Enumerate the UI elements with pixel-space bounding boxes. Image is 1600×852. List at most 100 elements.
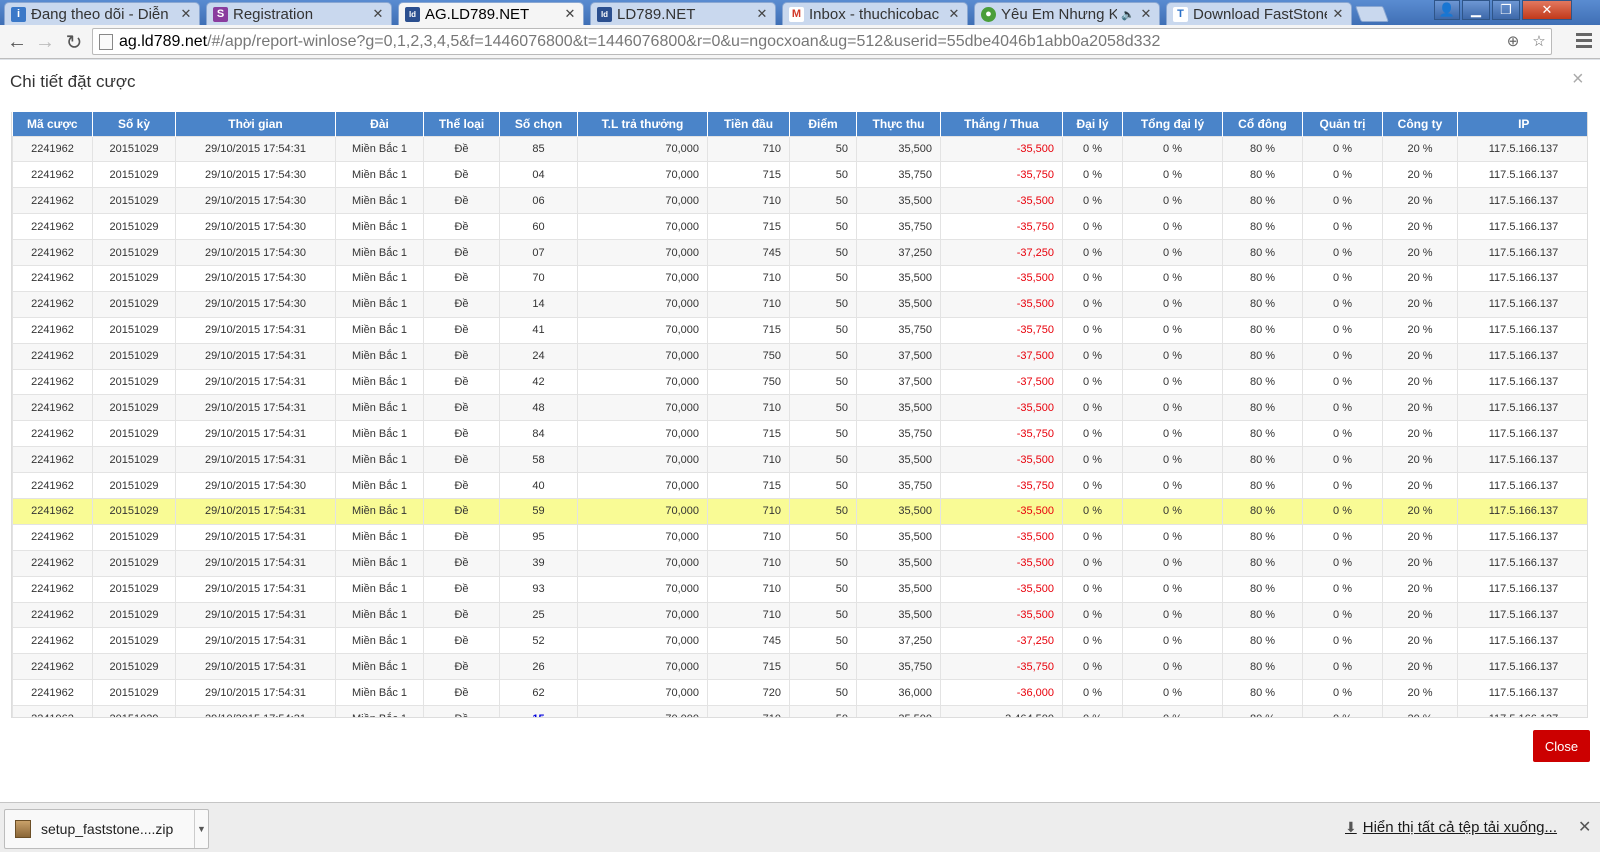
table-row[interactable]: 22419622015102929/10/2015 17:54:31Miền B… (12, 523, 1587, 551)
tab-close-icon[interactable]: ✕ (1139, 6, 1153, 22)
column-header[interactable]: Công ty (1382, 112, 1458, 136)
column-header[interactable]: Quản trị (1302, 112, 1383, 136)
chrome-menu-icon[interactable] (1576, 33, 1592, 49)
column-header[interactable]: Thời gian (175, 112, 336, 136)
table-row[interactable]: 22419622015102929/10/2015 17:54:31Miền B… (12, 575, 1587, 603)
translate-icon[interactable]: ⊕ (1504, 31, 1522, 51)
table-row[interactable]: 2241962 20151029 29/10/2015 17:54:30 Miền B… (12, 239, 1587, 266)
chevron-down-icon[interactable]: ▼ (194, 810, 208, 848)
download-item[interactable]: setup_faststone....zip ▼ (4, 809, 209, 849)
ld789-favicon-icon: ld (597, 6, 612, 22)
column-header[interactable]: Tiền đầu (707, 112, 790, 136)
shelf-close-icon[interactable]: ✕ (1578, 817, 1591, 837)
tab-close-icon[interactable]: ✕ (755, 6, 769, 22)
table-cell: 0 % (1302, 342, 1383, 370)
reload-icon[interactable]: ↻ (62, 30, 86, 54)
table-row[interactable]: 22419622015102929/10/2015 17:54:31Miền B… (12, 420, 1587, 448)
browser-tab[interactable]: i Đang theo dõi - Diễn ✕ (4, 2, 200, 25)
browser-tab[interactable]: T Download FastStone ✕ (1166, 2, 1352, 25)
table-row[interactable]: 22419622015102929/10/2015 17:54:31Miền B… (12, 627, 1587, 655)
forward-arrow-icon[interactable]: → (33, 30, 57, 54)
table-row[interactable]: 2241962 20151029 29/10/2015 17:54:30 Miền B… (12, 290, 1587, 318)
table-cell: 20 % (1382, 239, 1458, 266)
table-cell: -37,500 (940, 342, 1063, 370)
address-bar[interactable]: ag.ld789.net/#/app/report-winlose?g=0,1,… (92, 28, 1552, 55)
column-header[interactable]: Điểm (789, 112, 857, 136)
table-cell: Miền Bắc 1 (335, 316, 424, 344)
browser-tab[interactable]: S Registration ✕ (206, 2, 392, 25)
column-header[interactable]: Thực thu (856, 112, 941, 136)
table-cell: 0 % (1302, 549, 1383, 577)
table-cell: 29/10/2015 17:54:31 (175, 316, 336, 344)
tab-close-icon[interactable]: ✕ (563, 6, 577, 22)
table-row[interactable]: 2241962 20151029 29/10/2015 17:54:30 Miền B… (12, 472, 1587, 499)
table-cell: 80 % (1222, 394, 1303, 422)
table-cell: 35,500 (856, 601, 941, 629)
browser-tab[interactable]: ld LD789.NET ✕ (590, 2, 776, 25)
table-cell: 0 % (1062, 446, 1123, 474)
minimize-button[interactable]: ▁ (1462, 0, 1490, 20)
bookmark-star-icon[interactable]: ☆ (1530, 31, 1548, 51)
table-cell: 20 % (1382, 679, 1458, 707)
table-row[interactable]: 2241962 20151029 29/10/2015 17:54:30 Miền B… (12, 187, 1587, 215)
table-row[interactable]: 22419622015102929/10/2015 17:54:31Miền B… (12, 446, 1587, 474)
column-header[interactable]: Mã cược (12, 112, 93, 136)
table-row[interactable]: 22419622015102929/10/2015 17:54:31Miền B… (12, 549, 1587, 577)
column-header[interactable]: Tổng đại lý (1122, 112, 1223, 136)
table-cell: 0 % (1122, 368, 1223, 396)
table-cell: -35,500 (940, 549, 1063, 577)
column-header[interactable]: Đại lý (1062, 112, 1123, 136)
column-header[interactable]: T.L trả thưởng (577, 112, 708, 136)
table-row[interactable]: 22419622015102929/10/2015 17:54:31Miền B… (12, 679, 1587, 707)
tab-close-icon[interactable]: ✕ (179, 6, 193, 22)
table-cell: 40 (499, 472, 578, 499)
table-row[interactable]: 22419622015102929/10/2015 17:54:31Miền B… (12, 135, 1587, 163)
table-cell: 0 % (1062, 316, 1123, 344)
table-row[interactable]: 2241962 20151029 29/10/2015 17:54:30 Miền B… (12, 213, 1587, 241)
table-cell: 29/10/2015 17:54:31 (175, 705, 336, 717)
browser-tab-active[interactable]: ld AG.LD789.NET ✕ (398, 2, 584, 25)
user-icon[interactable]: 👤 (1434, 0, 1460, 20)
modal-close-icon[interactable]: × (1572, 68, 1584, 91)
table-cell: 0 % (1302, 446, 1383, 474)
tab-close-icon[interactable]: ✕ (947, 6, 961, 22)
table-row[interactable]: 22419622015102929/10/2015 17:54:31Miền B… (12, 342, 1587, 370)
table-cell: 0 % (1122, 316, 1223, 344)
table-row[interactable]: 22419622015102929/10/2015 17:54:31Miền B… (12, 705, 1587, 717)
tab-close-icon[interactable]: ✕ (1331, 6, 1345, 22)
table-cell: 37,500 (856, 342, 941, 370)
table-row[interactable]: 2241962 20151029 29/10/2015 17:54:30 Miền B… (12, 161, 1587, 189)
table-row[interactable]: 2241962 20151029 29/10/2015 17:54:30 Miền B… (12, 264, 1587, 292)
table-cell: -35,500 (940, 187, 1063, 215)
column-header[interactable]: Đài (335, 112, 424, 136)
show-all-downloads-link[interactable]: ⬇ Hiển thị tất cả tệp tải xuống... (1345, 819, 1557, 836)
column-header[interactable]: Thắng / Thua (940, 112, 1063, 136)
back-arrow-icon[interactable]: ← (5, 30, 29, 54)
table-row[interactable]: 22419622015102929/10/2015 17:54:31Miền B… (12, 653, 1587, 681)
column-header[interactable]: Cổ đông (1222, 112, 1303, 136)
table-cell: 62 (499, 679, 578, 707)
table-cell: 85 (499, 135, 578, 163)
table-row[interactable]: 22419622015102929/10/2015 17:54:31Miền B… (12, 394, 1587, 422)
table-cell: -35,750 (940, 161, 1063, 189)
table-row[interactable]: 22419622015102929/10/2015 17:54:31Miền B… (12, 497, 1587, 525)
table-cell: Đề (423, 575, 500, 603)
new-tab-button[interactable] (1355, 6, 1389, 22)
column-header[interactable]: Thể loại (423, 112, 500, 136)
browser-tab[interactable]: ● Yêu Em Nhưng Kh 🔈 ✕ (974, 2, 1160, 25)
table-row[interactable]: 22419622015102929/10/2015 17:54:31Miền B… (12, 601, 1587, 629)
window-close-button[interactable]: ✕ (1522, 0, 1572, 20)
maximize-button[interactable]: ❐ (1492, 0, 1520, 20)
tab-close-icon[interactable]: ✕ (371, 6, 385, 22)
table-cell: 0 % (1122, 420, 1223, 448)
table-cell: Miền Bắc 1 (335, 472, 424, 499)
table-row[interactable]: 22419622015102929/10/2015 17:54:31Miền B… (12, 316, 1587, 344)
table-row[interactable]: 22419622015102929/10/2015 17:54:31Miền B… (12, 368, 1587, 396)
close-button[interactable]: Close (1533, 730, 1590, 762)
column-header[interactable]: Số chọn (499, 112, 578, 136)
browser-tab[interactable]: M Inbox - thuchicobac ✕ (782, 2, 968, 25)
column-header[interactable]: IP (1457, 112, 1587, 136)
column-header[interactable]: Số kỳ (92, 112, 176, 136)
table-cell: 117.5.166.137 (1457, 187, 1587, 215)
bet-details-table-container[interactable]: Mã cược Số kỳ Thời gian Đài Thể loại Số chọn T… (11, 112, 1588, 718)
